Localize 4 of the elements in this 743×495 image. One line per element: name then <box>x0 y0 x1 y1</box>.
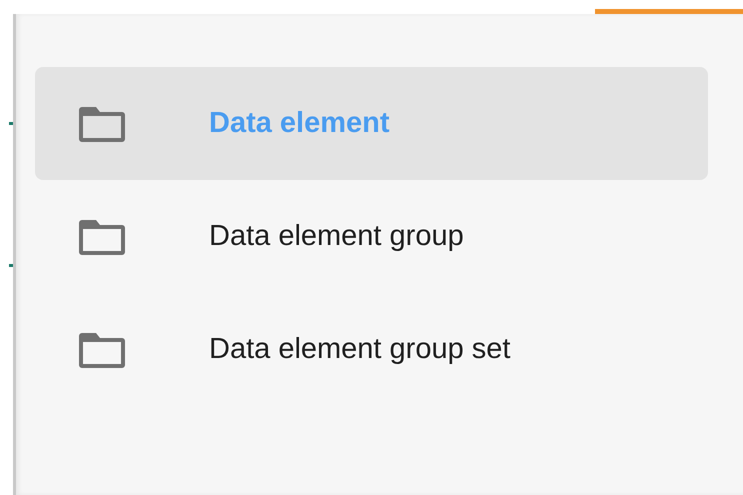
tick-mark <box>9 264 13 267</box>
menu-item[interactable]: Data element group <box>35 180 708 293</box>
menu-item[interactable]: Data element group set <box>35 293 708 406</box>
tick-mark <box>9 122 13 125</box>
